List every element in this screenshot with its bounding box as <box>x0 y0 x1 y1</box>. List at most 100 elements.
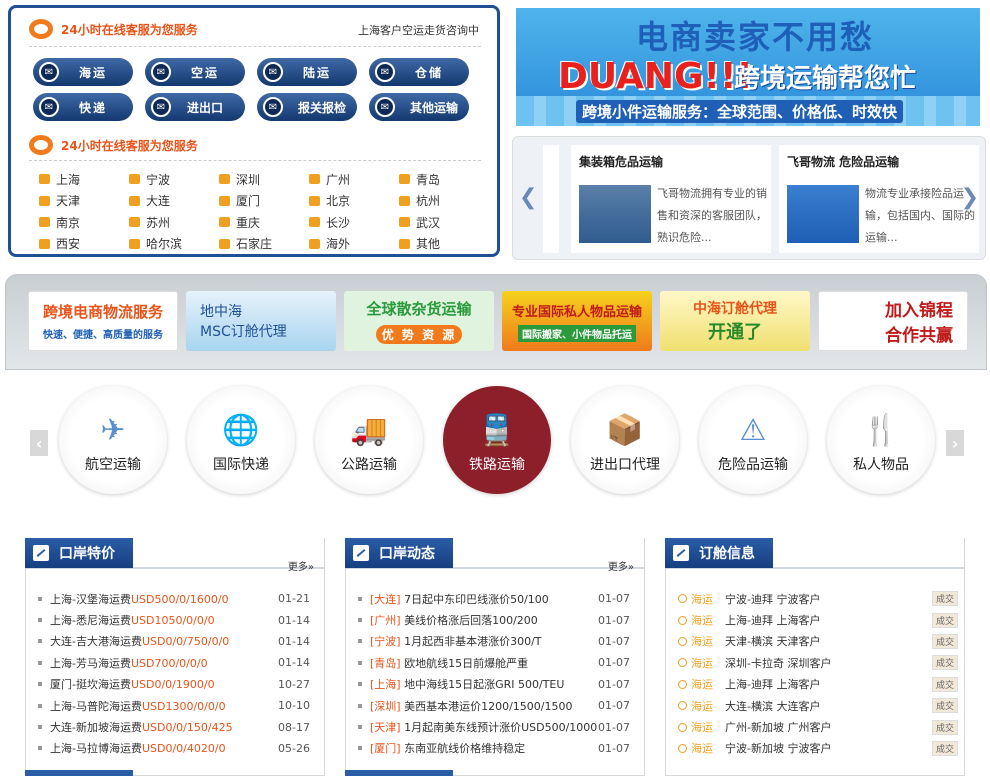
ad-cosco[interactable]: 中海订舱代理 开通了 <box>660 291 810 351</box>
list-item[interactable]: 上海-芳马海运费USD700/0/0/0 01-14 <box>38 652 318 673</box>
bullet <box>358 725 362 730</box>
status-badge: 成交 <box>931 676 958 692</box>
ad-bulk-cargo[interactable]: 全球散杂货运输 优 势 资 源 <box>344 291 494 351</box>
category-express[interactable]: 🌐 国际快递 <box>187 386 295 494</box>
service-button-sea[interactable]: ✉ 海运 <box>33 58 133 86</box>
ad-join[interactable]: 加入锦程 合作共赢 <box>818 291 968 351</box>
category-personal[interactable]: 🍴 私人物品 <box>827 386 935 494</box>
city-link[interactable]: 厦门 <box>219 192 260 210</box>
slider-next-button[interactable]: ❯ <box>961 185 979 210</box>
more-link[interactable]: 更多» <box>608 558 634 573</box>
city-link[interactable]: 长沙 <box>309 213 350 231</box>
clock-icon <box>678 658 687 668</box>
list-item[interactable]: [上海] 地中海线15日起涨GRI 500/TEU 01-07 <box>358 674 638 695</box>
edit-icon <box>33 545 49 561</box>
chat-bubble-icon <box>399 217 410 227</box>
city-link[interactable]: 哈尔滨 <box>129 235 182 253</box>
bullet <box>358 596 362 601</box>
list-item[interactable]: 海运 上海-迪拜 上海客户 成交 <box>678 609 958 630</box>
list-item[interactable]: [宁波] 1月起西非基本港涨价300/T 01-07 <box>358 631 638 652</box>
city-link[interactable]: 其他 <box>399 235 440 253</box>
service-button-customs[interactable]: ✉ 报关报检 <box>257 93 357 121</box>
status-badge: 成交 <box>931 655 958 671</box>
status-badge: 成交 <box>931 591 958 607</box>
ad-personal-goods[interactable]: 专业国际私人物品运输 国际搬家、小件物品托运 <box>502 291 652 351</box>
slider-prev-button[interactable]: ❮ <box>519 185 537 210</box>
chat-bubble-icon <box>309 238 320 249</box>
service-button-air[interactable]: ✉ 空运 <box>145 58 245 86</box>
city-link[interactable]: 海外 <box>309 235 350 253</box>
slider-card[interactable]: 集装箱危品运输 飞哥物流拥有专业的销售和资深的客服团队，熟识危险... <box>571 145 771 253</box>
category-agency[interactable]: 📦 进出口代理 <box>571 386 679 494</box>
service-button-warehouse[interactable]: ✉ 仓储 <box>369 58 469 86</box>
category-rail[interactable]: 🚆 铁路运输 <box>443 386 551 494</box>
list-item[interactable]: [厦门] 东南亚航线价格维持稳定 01-07 <box>358 738 638 759</box>
list-item[interactable]: 海运 宁波-迪拜 宁波客户 成交 <box>678 588 958 609</box>
divider <box>29 160 481 161</box>
panel-tab: 订舱信息 <box>665 538 773 568</box>
slider-card[interactable]: 飞哥物流 危险品运输 物流专业承接险品运输，包括国内、国际的运输... <box>779 145 979 253</box>
city-link[interactable]: 大连 <box>129 192 170 210</box>
chat-bubble-icon <box>129 174 140 184</box>
panel-port-news: 口岸动态 更多» [大连] 7日起中东印巴线涨价50/100 01-07 [广州] … <box>345 538 645 776</box>
list-item[interactable]: 大连-新加坡海运费USD0/0/150/425 08-17 <box>38 716 318 737</box>
city-link[interactable]: 深圳 <box>219 170 260 188</box>
service-right-note: 上海客户空运走货咨询中 <box>358 24 479 37</box>
list-item[interactable]: [大连] 7日起中东印巴线涨价50/100 01-07 <box>358 588 638 609</box>
city-link[interactable]: 重庆 <box>219 213 260 231</box>
list-item[interactable]: 海运 大连-横滨 大连客户 成交 <box>678 695 958 716</box>
list-item[interactable]: 上海-马普陀海运费USD1300/0/0/0 10-10 <box>38 695 318 716</box>
service-button-express[interactable]: ✉ 快递 <box>33 93 133 121</box>
list-item[interactable]: 上海-马拉博海运费USD0/0/4020/0 05-26 <box>38 738 318 759</box>
chat-bubble-icon <box>129 238 140 249</box>
category-icon: ✈ <box>100 413 126 448</box>
list-item[interactable]: 海运 广州-新加坡 广州客户 成交 <box>678 716 958 737</box>
city-link[interactable]: 广州 <box>309 170 350 188</box>
city-link[interactable]: 宁波 <box>129 170 170 188</box>
more-link[interactable]: 更多» <box>288 558 314 573</box>
list-item[interactable]: 海运 深圳-卡拉奇 深圳客户 成交 <box>678 652 958 673</box>
list-item[interactable]: 海运 上海-迪拜 上海客户 成交 <box>678 674 958 695</box>
city-link[interactable]: 石家庄 <box>219 235 272 253</box>
city-link[interactable]: 南京 <box>39 213 80 231</box>
list-item[interactable]: 上海-悉尼海运费USD1050/0/0/0 01-14 <box>38 609 318 630</box>
list-item[interactable]: 海运 宁波-新加坡 宁波客户 成交 <box>678 738 958 759</box>
service-button-land[interactable]: ✉ 陆运 <box>257 58 357 86</box>
category-next-button[interactable]: › <box>946 430 964 456</box>
category-prev-button[interactable]: ‹ <box>30 430 48 456</box>
list-item[interactable]: [青岛] 欧地航线15日前爆舱严重 01-07 <box>358 652 638 673</box>
category-air[interactable]: ✈ 航空运输 <box>59 386 167 494</box>
chat-bubble-icon <box>219 238 230 249</box>
panel-tab: 口岸动态 <box>345 538 453 568</box>
list-item[interactable]: 海运 天津-横滨 天津客户 成交 <box>678 631 958 652</box>
city-link[interactable]: 西安 <box>39 235 80 253</box>
list-item[interactable]: [天津] 1月起南美东线预计涨价USD500/1000 01-07 <box>358 716 638 737</box>
ad-cross-border[interactable]: 跨境电商物流服务 快速、便捷、高质量的服务 <box>28 291 178 351</box>
bullet <box>358 746 362 751</box>
chat-bubble-icon <box>399 195 410 206</box>
list-item[interactable]: [广州] 美线价格涨后回落100/200 01-07 <box>358 609 638 630</box>
list-item[interactable]: 厦门-挺坎海运费USD0/0/1900/0 10-27 <box>38 674 318 695</box>
list-item[interactable]: [深圳] 美西基本港运价1200/1500/1500 01-07 <box>358 695 638 716</box>
bullet <box>38 596 42 601</box>
city-link[interactable]: 苏州 <box>129 213 170 231</box>
city-link[interactable]: 上海 <box>39 170 80 188</box>
service-button-import-export[interactable]: ✉ 进出口 <box>145 93 245 121</box>
city-link[interactable]: 杭州 <box>399 192 440 210</box>
status-badge: 成交 <box>931 612 958 628</box>
chat-bubble-icon <box>399 238 410 249</box>
ad-strip: 跨境电商物流服务 快速、便捷、高质量的服务 地中海 MSC订舱代理 全球散杂货运… <box>5 274 987 370</box>
city-link[interactable]: 北京 <box>309 192 350 210</box>
city-link[interactable]: 武汉 <box>399 213 440 231</box>
service-button-other[interactable]: ✉ 其他运输 <box>369 93 469 121</box>
list-item[interactable]: 上海-汉堡海运费USD500/0/1600/0 01-21 <box>38 588 318 609</box>
city-link[interactable]: 天津 <box>39 192 80 210</box>
bullet <box>358 660 362 665</box>
promo-banner[interactable]: 电商卖家不用愁 DUANG!!! 跨境运输帮您忙 跨境小件运输服务：全球范围、价… <box>516 8 980 126</box>
list-item[interactable]: 大连-吉大港海运费USD0/0/750/0/0 01-14 <box>38 631 318 652</box>
category-dangerous[interactable]: ⚠ 危险品运输 <box>699 386 807 494</box>
clock-icon <box>678 636 687 646</box>
ad-msc[interactable]: 地中海 MSC订舱代理 <box>186 291 336 351</box>
city-link[interactable]: 青岛 <box>399 170 440 188</box>
category-road[interactable]: 🚚 公路运输 <box>315 386 423 494</box>
